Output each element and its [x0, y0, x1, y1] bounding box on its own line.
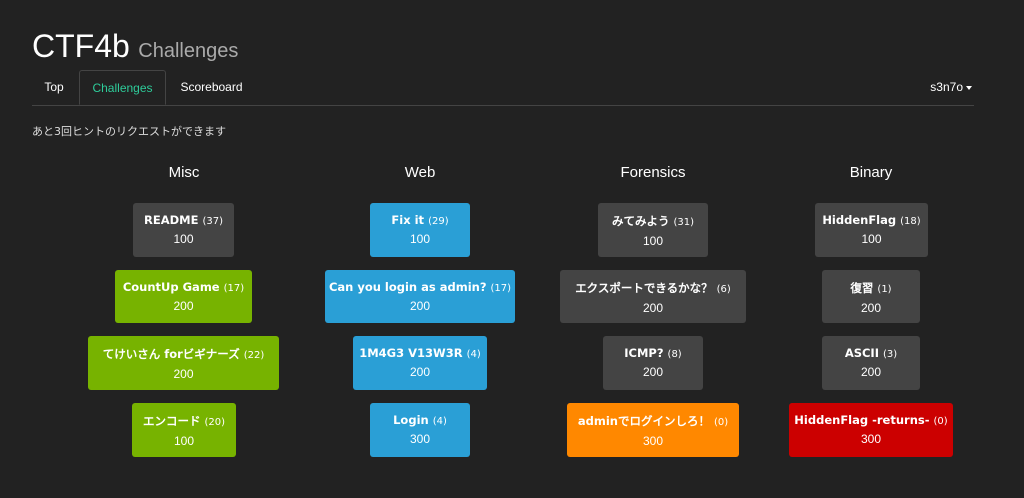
category-misc: Misc	[168, 164, 200, 181]
challenge-card[interactable]: みてみよう (31) 100	[598, 203, 708, 257]
tab-top[interactable]: Top	[32, 70, 76, 105]
challenge-card[interactable]: HiddenFlag -returns- (0) 300	[789, 403, 953, 457]
tab-scoreboard[interactable]: Scoreboard	[169, 70, 254, 105]
challenge-name: 1M4G3 V13W3R	[359, 346, 463, 360]
challenge-card[interactable]: HiddenFlag (18) 100	[815, 203, 928, 257]
challenge-name: 復習	[850, 281, 874, 295]
solve-count: (1)	[877, 284, 892, 295]
challenge-card[interactable]: CountUp Game (17) 200	[115, 270, 252, 323]
username: s3n7o	[930, 80, 963, 94]
challenge-name: みてみよう	[611, 214, 670, 228]
challenge-points: 100	[173, 434, 195, 448]
challenge-card[interactable]: エンコード (20) 100	[132, 403, 236, 457]
challenge-card[interactable]: 1M4G3 V13W3R (4) 200	[353, 336, 487, 390]
category-forensics: Forensics	[620, 164, 686, 181]
challenge-points: 300	[642, 434, 664, 448]
challenge-name: ASCII	[844, 346, 879, 360]
challenge-card[interactable]: てけいさん forビギナーズ (22) 200	[88, 336, 279, 390]
solve-count: (17)	[490, 283, 512, 294]
challenge-points: 100	[173, 232, 194, 246]
solve-count: (20)	[204, 417, 226, 428]
challenge-name: エンコード	[142, 414, 201, 428]
page-subtitle: Challenges	[138, 40, 239, 62]
challenge-points: 200	[860, 365, 882, 379]
challenge-card[interactable]: Login (4) 300	[370, 403, 470, 457]
category-web: Web	[404, 164, 436, 181]
challenge-name: Fix it	[391, 213, 425, 227]
challenge-points: 300	[409, 432, 431, 446]
solve-count: (0)	[713, 417, 729, 428]
challenge-points: 200	[409, 299, 431, 313]
challenge-points: 300	[860, 432, 882, 446]
site-title: CTF4b	[32, 28, 130, 64]
solve-count: (29)	[428, 216, 449, 227]
challenge-card[interactable]: adminでログインしろ！ (0) 300	[567, 403, 739, 457]
solve-count: (37)	[202, 216, 223, 227]
tab-challenges[interactable]: Challenges	[79, 70, 166, 105]
solve-count: (8)	[667, 349, 682, 360]
challenge-name: adminでログインしろ！	[577, 414, 710, 428]
challenge-card[interactable]: Fix it (29) 100	[370, 203, 470, 257]
challenge-card[interactable]: Can you login as admin? (17) 200	[325, 270, 515, 323]
challenge-points: 200	[860, 301, 882, 315]
solve-count: (4)	[466, 349, 481, 360]
challenge-points: 100	[409, 232, 431, 246]
challenge-name: てけいさん forビギナーズ	[102, 347, 240, 361]
challenge-name: HiddenFlag	[822, 213, 897, 227]
challenge-card[interactable]: ICMP? (8) 200	[603, 336, 703, 390]
category-binary: Binary	[849, 164, 893, 181]
nav-bar: Top Challenges Scoreboard s3n7o	[32, 70, 974, 106]
hint-message: あと3回ヒントのリクエストができます	[32, 125, 226, 138]
challenge-points: 200	[642, 365, 664, 379]
solve-count: (0)	[933, 416, 948, 427]
challenge-name: エクスポートできるかな？	[575, 281, 713, 295]
user-menu[interactable]: s3n7o	[930, 70, 972, 105]
solve-count: (3)	[883, 349, 898, 360]
challenge-card[interactable]: エクスポートできるかな？ (6) 200	[560, 270, 746, 323]
challenge-name: HiddenFlag -returns-	[794, 413, 930, 427]
solve-count: (6)	[716, 284, 731, 295]
solve-count: (31)	[673, 217, 695, 228]
caret-down-icon	[966, 85, 972, 90]
challenge-card[interactable]: ASCII (3) 200	[822, 336, 920, 390]
challenge-name: ICMP?	[624, 346, 664, 360]
challenge-name: CountUp Game	[122, 280, 220, 294]
page-title: CTF4b Challenges	[32, 28, 238, 65]
challenge-points: 100	[642, 234, 664, 248]
challenge-points: 200	[409, 365, 431, 379]
challenge-name: Can you login as admin?	[328, 280, 487, 294]
solve-count: (17)	[223, 283, 245, 294]
solve-count: (18)	[900, 216, 921, 227]
challenge-points: 200	[642, 301, 664, 315]
solve-count: (4)	[432, 416, 447, 427]
challenge-card[interactable]: 復習 (1) 200	[822, 270, 920, 323]
challenge-name: Login	[393, 413, 429, 427]
challenge-points: 200	[173, 299, 194, 313]
challenge-name: README	[143, 213, 199, 227]
challenge-card[interactable]: README (37) 100	[133, 203, 234, 257]
challenge-points: 100	[861, 232, 882, 246]
challenge-points: 200	[173, 367, 194, 381]
solve-count: (22)	[243, 350, 265, 361]
